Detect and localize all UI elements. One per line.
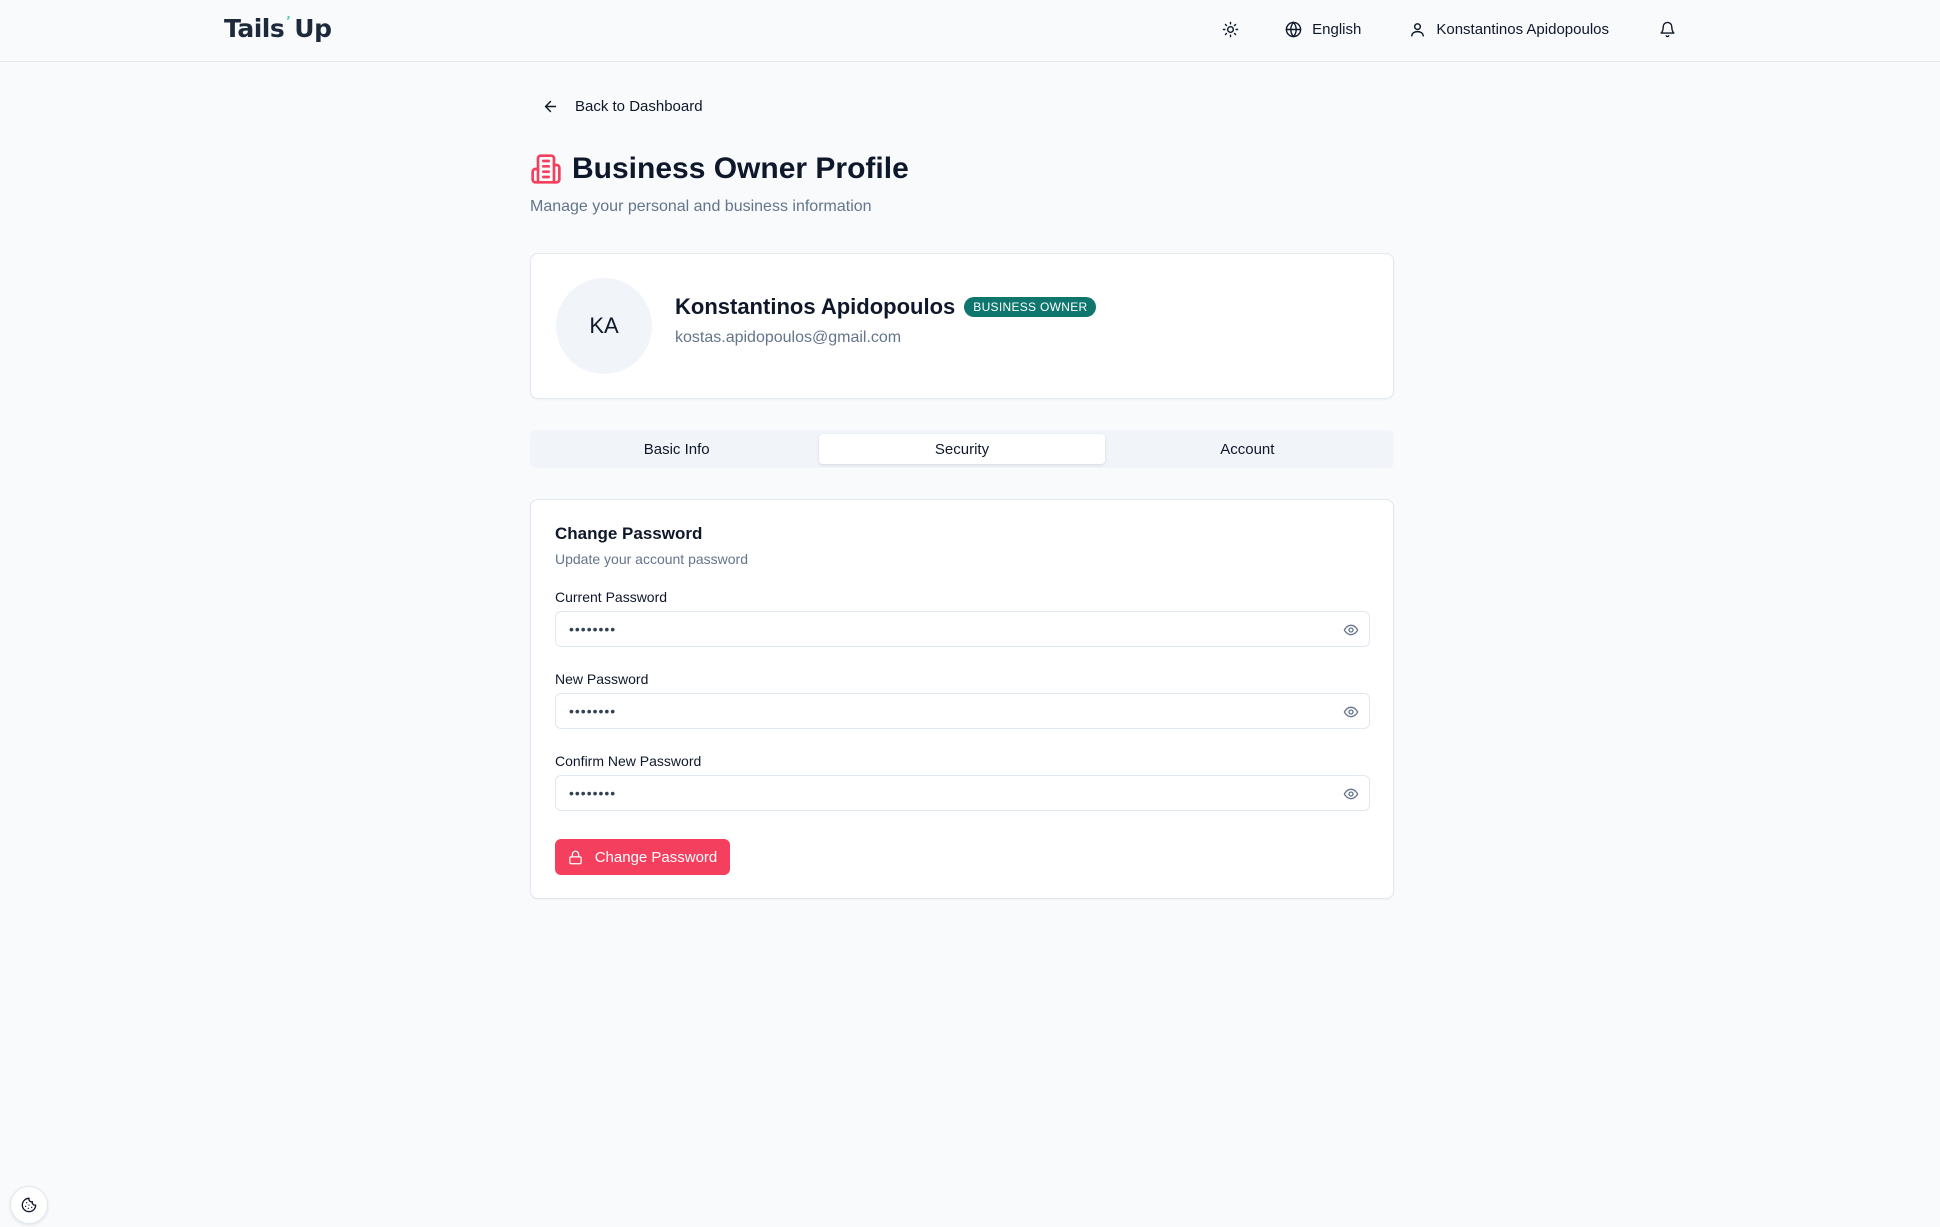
back-label: Back to Dashboard: [575, 98, 703, 115]
card-title: Change Password: [555, 524, 703, 543]
new-password-label: New Password: [555, 671, 649, 687]
eye-icon[interactable]: [1343, 622, 1359, 638]
cookie-settings-button[interactable]: [10, 1186, 48, 1224]
user-menu-button[interactable]: Konstantinos Apidopoulos: [1397, 9, 1621, 49]
new-password-input[interactable]: ••••••••: [555, 693, 1370, 729]
bell-icon: [1660, 21, 1675, 37]
building-icon: [531, 154, 561, 184]
tab-account[interactable]: Account: [1105, 434, 1390, 464]
eye-icon[interactable]: [1343, 704, 1359, 720]
arrow-left-icon: [544, 100, 557, 113]
header-actions: English Konstantinos Apidopoulos: [1210, 0, 1688, 58]
language-label: English: [1312, 20, 1362, 38]
cookie-icon: [21, 1197, 37, 1213]
globe-icon: [1285, 21, 1302, 37]
logo-paw-mark: ’: [286, 14, 291, 28]
page-title: Business Owner Profile: [530, 152, 909, 186]
profile-tabs: Basic Info Security Account: [530, 430, 1394, 468]
sun-icon: [1222, 21, 1239, 37]
logo[interactable]: Tails ’ Up: [224, 10, 332, 46]
language-selector[interactable]: English: [1273, 9, 1373, 49]
notifications-button[interactable]: [1647, 9, 1688, 49]
logo-text-up: Up: [294, 13, 332, 43]
confirm-password-label: Confirm New Password: [555, 753, 702, 769]
lock-icon: [568, 850, 582, 864]
profile-email: kostas.apidopoulos@gmail.com: [675, 329, 902, 346]
page-title-text: Business Owner Profile: [572, 152, 909, 185]
card-description: Update your account password: [555, 551, 748, 567]
change-password-button[interactable]: Change Password: [555, 839, 730, 875]
current-password-label: Current Password: [555, 589, 668, 605]
eye-icon[interactable]: [1343, 786, 1359, 802]
profile-name: Konstantinos Apidopoulos BUSINESS OWNER: [675, 294, 1097, 320]
top-navbar: Tails ’ Up English Konstantinos Apidopou…: [0, 0, 1940, 62]
change-password-button-label: Change Password: [594, 848, 718, 866]
back-to-dashboard-link[interactable]: Back to Dashboard: [542, 98, 703, 115]
change-password-card: Change Password Update your account pass…: [530, 499, 1394, 899]
user-icon: [1411, 22, 1425, 37]
logo-text-tails: Tails: [224, 13, 285, 43]
password-value: ••••••••: [569, 703, 617, 719]
confirm-password-input[interactable]: ••••••••: [555, 775, 1370, 811]
current-password-input[interactable]: ••••••••: [555, 611, 1370, 647]
user-name: Konstantinos Apidopoulos: [1436, 20, 1609, 38]
theme-toggle-button[interactable]: [1210, 9, 1251, 49]
role-badge: BUSINESS OWNER: [964, 297, 1097, 317]
profile-summary-card: KA Konstantinos Apidopoulos BUSINESS OWN…: [530, 253, 1394, 399]
password-value: ••••••••: [569, 785, 617, 801]
tab-security[interactable]: Security: [819, 434, 1105, 464]
password-value: ••••••••: [569, 621, 617, 637]
page-subtitle: Manage your personal and business inform…: [530, 198, 872, 215]
tab-basic-info[interactable]: Basic Info: [534, 434, 819, 464]
avatar: KA: [556, 278, 652, 374]
profile-name-text: Konstantinos Apidopoulos: [675, 294, 956, 319]
